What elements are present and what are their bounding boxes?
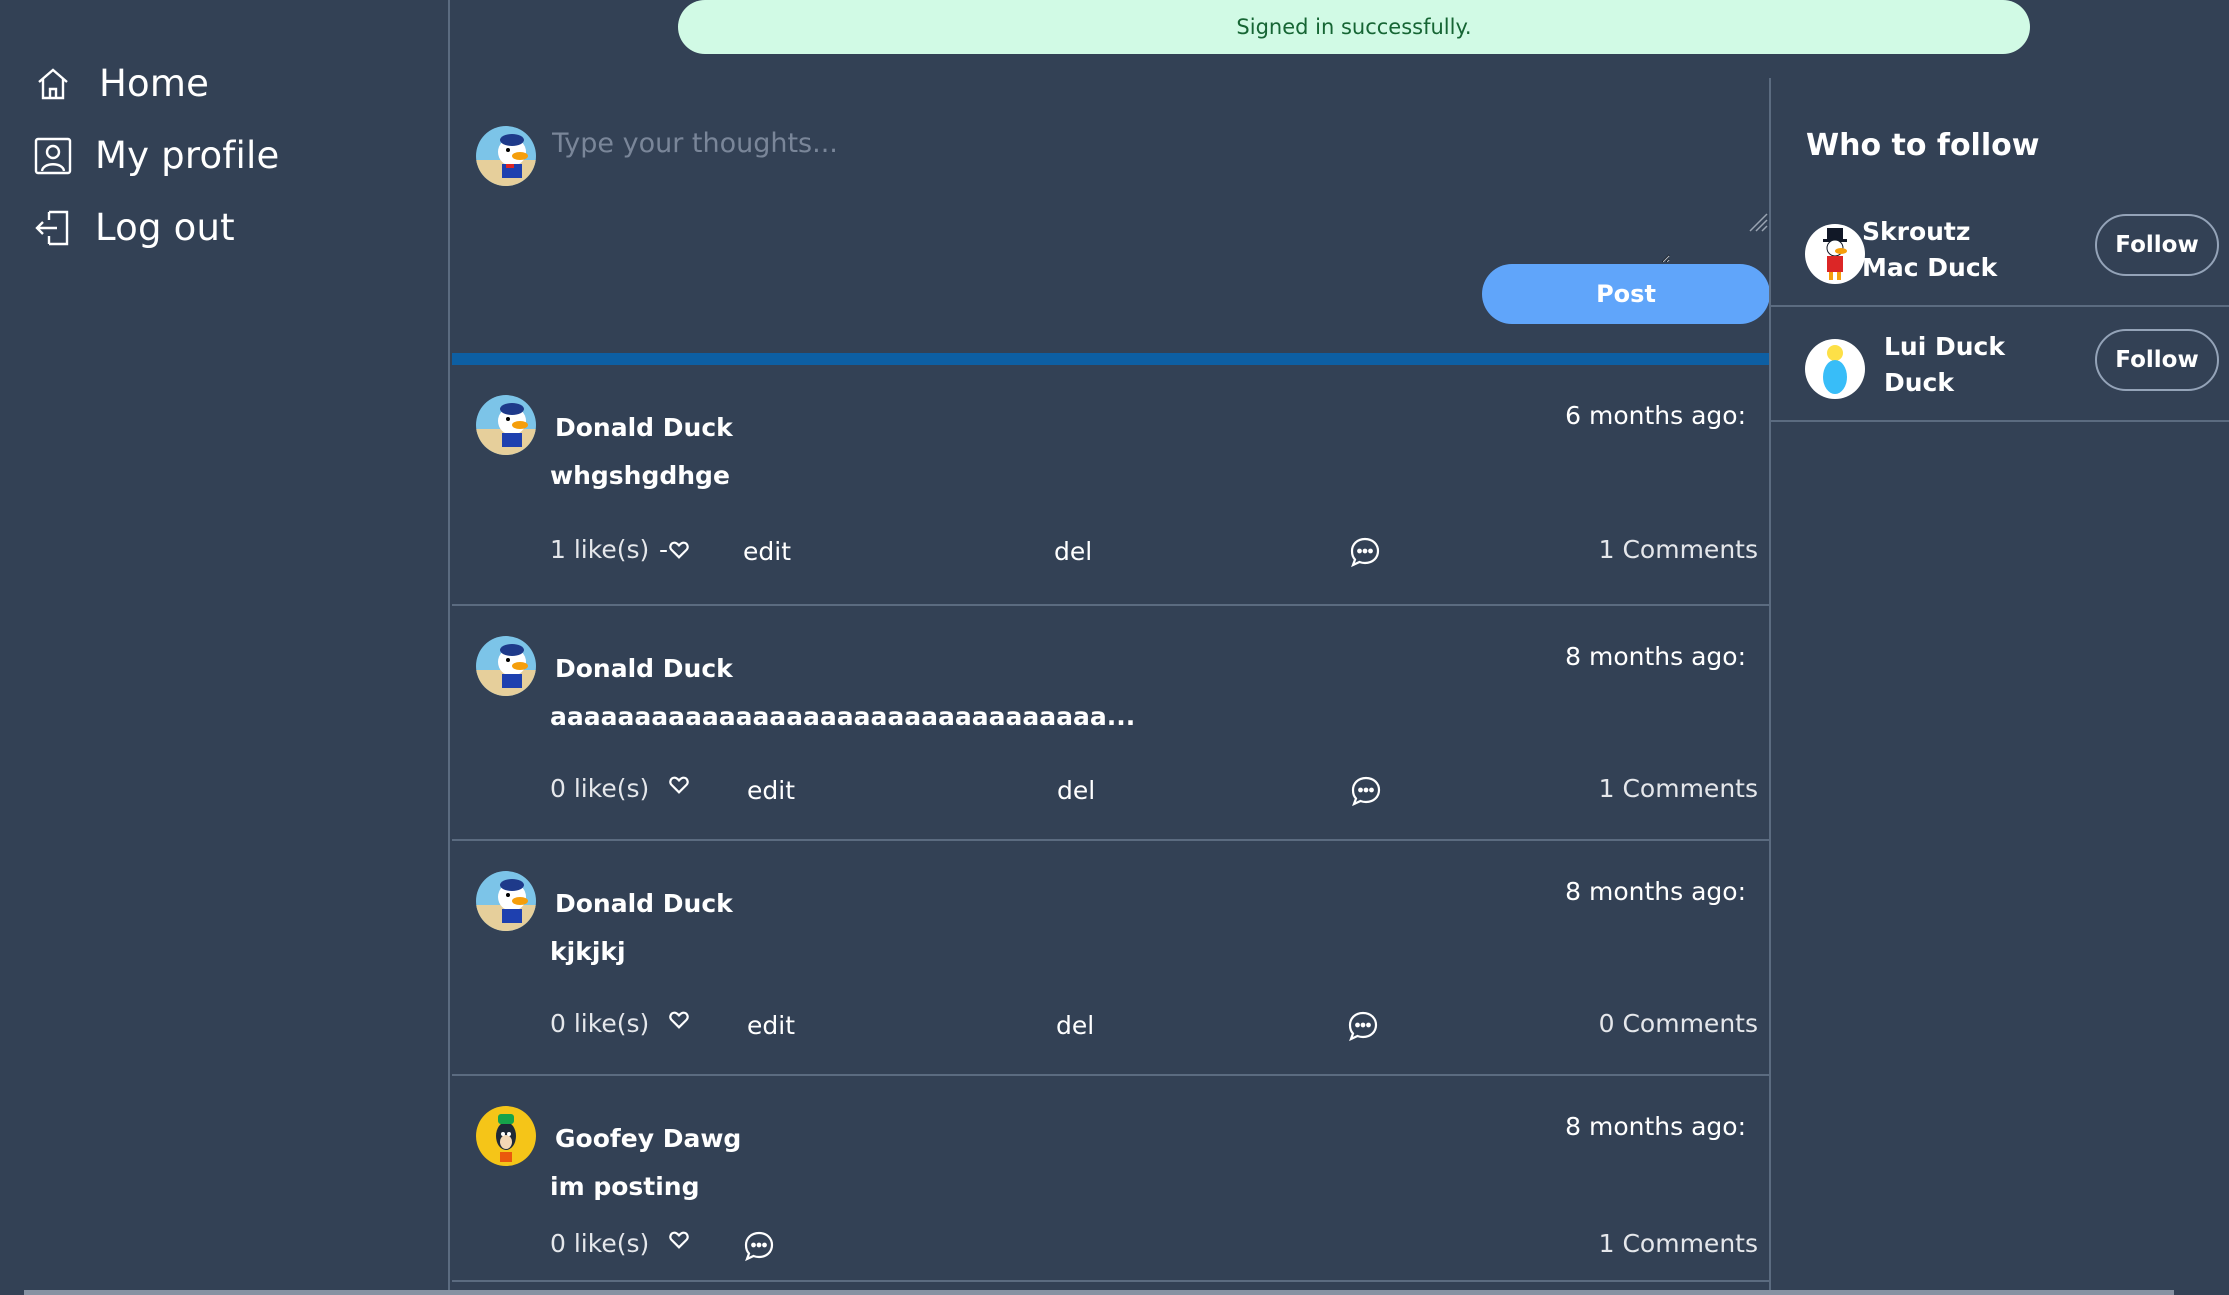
sidebar-item-label: Home	[99, 62, 210, 105]
avatar	[476, 1106, 536, 1166]
suggestion-name[interactable]: Skroutz Mac Duck	[1862, 214, 2032, 286]
heart-icon	[668, 1229, 690, 1251]
post-timestamp: 8 months ago:	[1565, 642, 1746, 671]
feed-divider	[452, 353, 1770, 365]
sidebar-item-label: My profile	[95, 134, 280, 177]
thoughts-input[interactable]	[552, 128, 1670, 263]
comment-count[interactable]: 1 Comments	[1599, 1229, 1758, 1258]
heart-icon	[668, 539, 690, 561]
post-author[interactable]: Donald Duck	[555, 889, 733, 918]
comment-count[interactable]: 1 Comments	[1599, 774, 1758, 803]
post-body: im posting	[550, 1172, 700, 1201]
sidebar-item-label: Log out	[95, 206, 235, 249]
comment-count[interactable]: 0 Comments	[1599, 1009, 1758, 1038]
resize-grip-icon[interactable]	[1746, 210, 1768, 232]
sidebar-item-my-profile[interactable]: My profile	[33, 134, 279, 177]
comment-count[interactable]: 1 Comments	[1599, 535, 1758, 564]
post-item: Goofey Dawg 8 months ago: im posting 0 l…	[452, 1076, 1770, 1282]
post-body: whgshgdhge	[550, 461, 730, 490]
follow-suggestion: Skroutz Mac Duck Follow	[1771, 192, 2229, 307]
post-button[interactable]: Post	[1482, 264, 1770, 324]
post-timestamp: 8 months ago:	[1565, 1112, 1746, 1141]
avatar	[476, 871, 536, 931]
like-count: 0 like(s)	[550, 774, 650, 803]
delete-button[interactable]: del	[1056, 1011, 1094, 1040]
avatar	[476, 126, 536, 186]
post-composer: Post	[452, 78, 1770, 358]
post-author[interactable]: Donald Duck	[555, 413, 733, 442]
follow-button[interactable]: Follow	[2095, 329, 2219, 391]
post-feed: Donald Duck 6 months ago: whgshgdhge 1 l…	[452, 365, 1770, 1282]
post-author[interactable]: Donald Duck	[555, 654, 733, 683]
app-page: Home My profile Log out Signed in succes…	[0, 0, 2229, 1295]
edit-button[interactable]: edit	[743, 537, 791, 566]
sidebar-item-home[interactable]: Home	[33, 62, 209, 105]
like-count: 0 like(s)	[550, 1009, 650, 1038]
like-count: 1 like(s)	[550, 535, 650, 564]
like-count: 0 like(s)	[550, 1229, 650, 1258]
suggestion-name[interactable]: Lui Duck Duck	[1884, 329, 2054, 401]
post-item: Donald Duck 8 months ago: aaaaaaaaaaaaaa…	[452, 606, 1770, 841]
edit-button[interactable]: edit	[747, 1011, 795, 1040]
heart-icon	[668, 774, 690, 796]
logout-icon	[33, 208, 73, 248]
who-to-follow-title: Who to follow	[1806, 128, 2040, 163]
toast-message: Signed in successfully.	[1236, 15, 1472, 39]
post-item: Donald Duck 6 months ago: whgshgdhge 1 l…	[452, 365, 1770, 606]
sidebar: Home My profile Log out	[0, 0, 450, 1295]
avatar	[476, 395, 536, 455]
like-button[interactable]	[668, 774, 690, 796]
like-button[interactable]	[668, 1009, 690, 1031]
follow-button[interactable]: Follow	[2095, 214, 2219, 276]
horizontal-scrollbar[interactable]	[24, 1290, 2174, 1295]
follow-suggestion: Lui Duck Duck Follow	[1771, 307, 2229, 422]
comment-icon[interactable]	[1346, 1009, 1380, 1047]
post-author[interactable]: Goofey Dawg	[555, 1124, 741, 1153]
comment-icon[interactable]	[1348, 535, 1382, 573]
profile-icon	[33, 136, 73, 176]
post-body: aaaaaaaaaaaaaaaaaaaaaaaaaaaaaaaaa...	[550, 702, 1136, 731]
post-timestamp: 8 months ago:	[1565, 877, 1746, 906]
avatar	[1805, 339, 1865, 399]
heart-icon	[668, 1009, 690, 1031]
post-body: kjkjkj	[550, 937, 626, 966]
comment-icon[interactable]	[1349, 774, 1383, 812]
like-button[interactable]	[668, 1229, 690, 1251]
success-toast: Signed in successfully.	[678, 0, 2030, 54]
delete-button[interactable]: del	[1057, 776, 1095, 805]
comment-icon[interactable]	[742, 1229, 776, 1267]
avatar	[476, 636, 536, 696]
home-icon	[33, 64, 73, 104]
like-prefix: -	[659, 535, 669, 564]
unlike-button[interactable]: -	[659, 535, 690, 564]
post-timestamp: 6 months ago:	[1565, 401, 1746, 430]
sidebar-item-log-out[interactable]: Log out	[33, 206, 235, 249]
post-item: Donald Duck 8 months ago: kjkjkj 0 like(…	[452, 841, 1770, 1076]
delete-button[interactable]: del	[1054, 537, 1092, 566]
edit-button[interactable]: edit	[747, 776, 795, 805]
avatar	[1805, 224, 1865, 284]
